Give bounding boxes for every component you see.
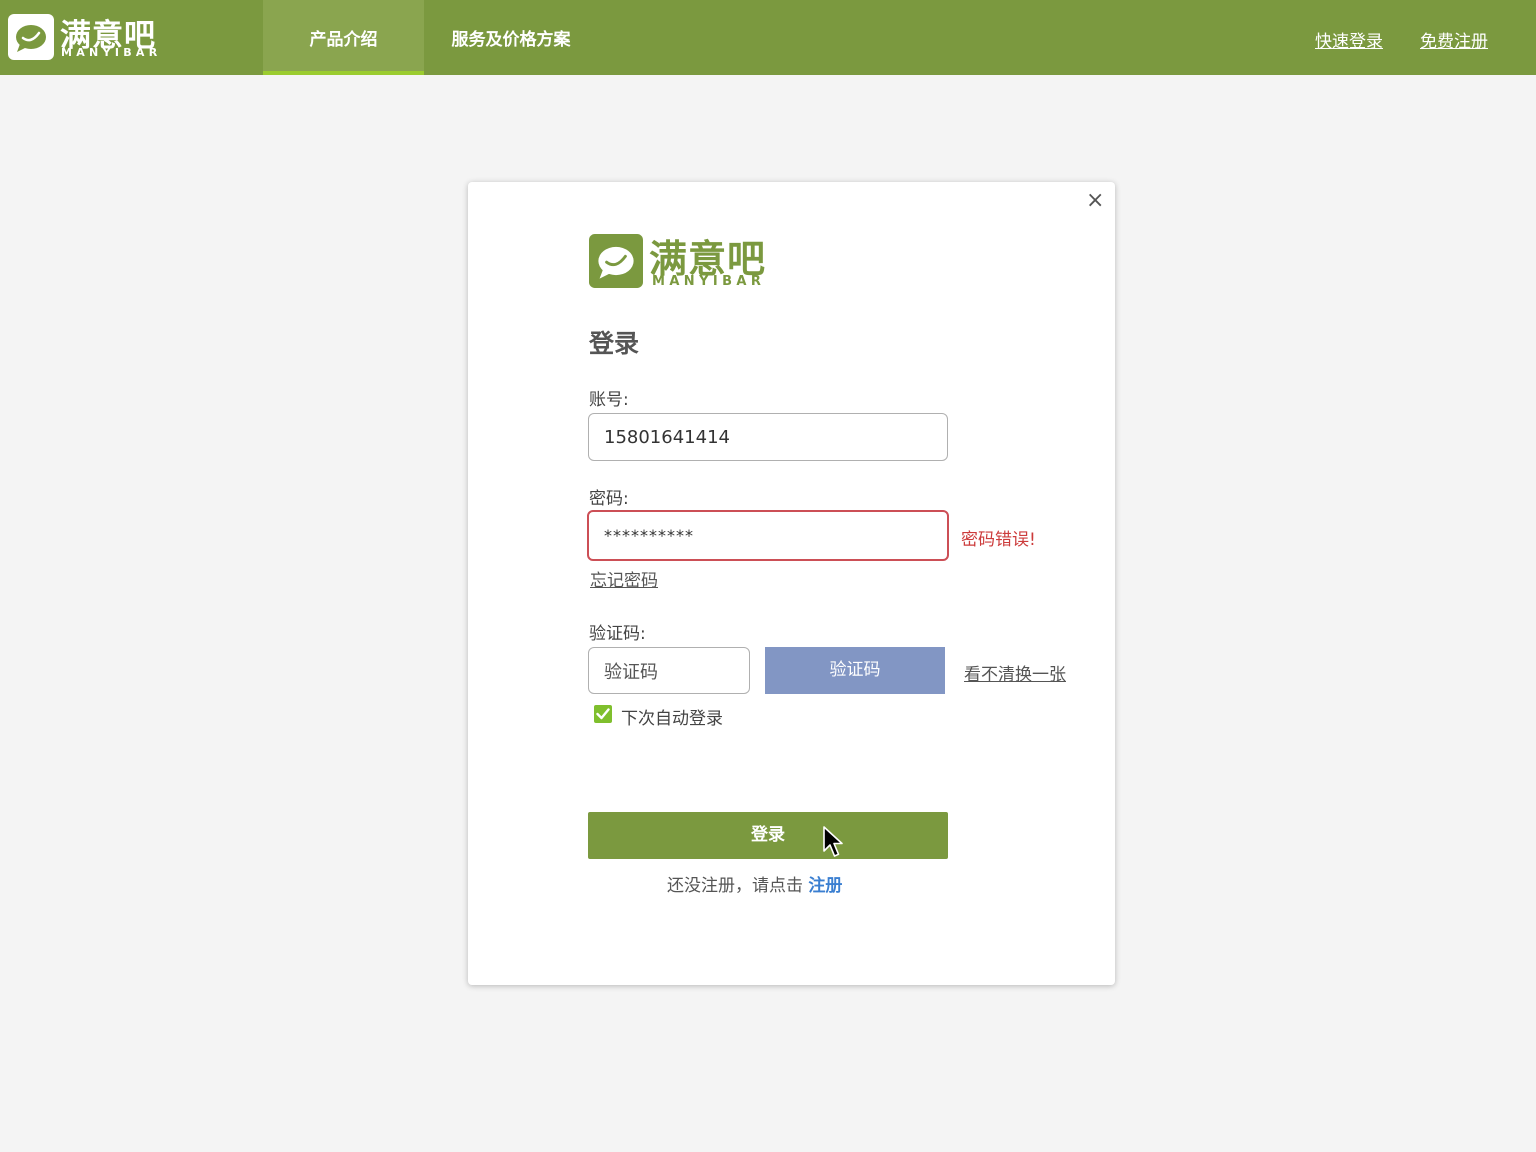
dialog-logo-en: MANYIBAR bbox=[652, 274, 766, 289]
password-error: 密码错误! bbox=[961, 530, 1036, 550]
header-logo[interactable]: 满意吧 MANYIBAR bbox=[8, 12, 168, 62]
dialog-logo: 满意吧 MANYIBAR bbox=[589, 232, 779, 292]
captcha-image[interactable]: 验证码 bbox=[765, 647, 945, 694]
checkmark-icon bbox=[596, 708, 610, 720]
captcha-label: 验证码: bbox=[589, 624, 646, 644]
top-navbar: 满意吧 MANYIBAR 产品介绍 服务及价格方案 快速登录 免费注册 bbox=[0, 0, 1536, 75]
password-label: 密码: bbox=[589, 489, 629, 509]
remember-checkbox[interactable] bbox=[594, 705, 612, 723]
forgot-password-link[interactable]: 忘记密码 bbox=[590, 566, 658, 591]
register-prompt-text: 还没注册，请点击 bbox=[667, 876, 803, 896]
header-logo-en: MANYIBAR bbox=[61, 46, 162, 59]
remember-label[interactable]: 下次自动登录 bbox=[621, 704, 723, 729]
mouse-pointer-icon bbox=[823, 826, 843, 857]
account-label: 账号: bbox=[589, 390, 629, 410]
captcha-placeholder: 验证码 bbox=[604, 661, 658, 683]
password-input[interactable]: ********** bbox=[587, 510, 949, 561]
login-dialog bbox=[468, 182, 1115, 985]
free-register-link[interactable]: 免费注册 bbox=[1420, 27, 1488, 52]
account-value: 15801641414 bbox=[604, 426, 730, 448]
close-icon[interactable]: × bbox=[1086, 190, 1104, 212]
nav-product-intro[interactable]: 产品介绍 bbox=[263, 0, 424, 75]
login-button[interactable]: 登录 bbox=[588, 812, 948, 859]
register-link[interactable]: 注册 bbox=[808, 876, 842, 896]
account-input[interactable]: 15801641414 bbox=[588, 413, 948, 461]
nav-pricing[interactable]: 服务及价格方案 bbox=[430, 0, 592, 75]
login-title: 登录 bbox=[589, 329, 640, 358]
password-value: ********** bbox=[604, 526, 694, 545]
speech-bubble-icon bbox=[589, 234, 643, 288]
quick-login-link[interactable]: 快速登录 bbox=[1315, 27, 1383, 52]
captcha-input[interactable]: 验证码 bbox=[588, 647, 750, 694]
register-prompt: 还没注册，请点击 注册 bbox=[667, 871, 842, 896]
speech-bubble-icon bbox=[8, 14, 54, 60]
refresh-captcha-link[interactable]: 看不清换一张 bbox=[964, 660, 1066, 685]
